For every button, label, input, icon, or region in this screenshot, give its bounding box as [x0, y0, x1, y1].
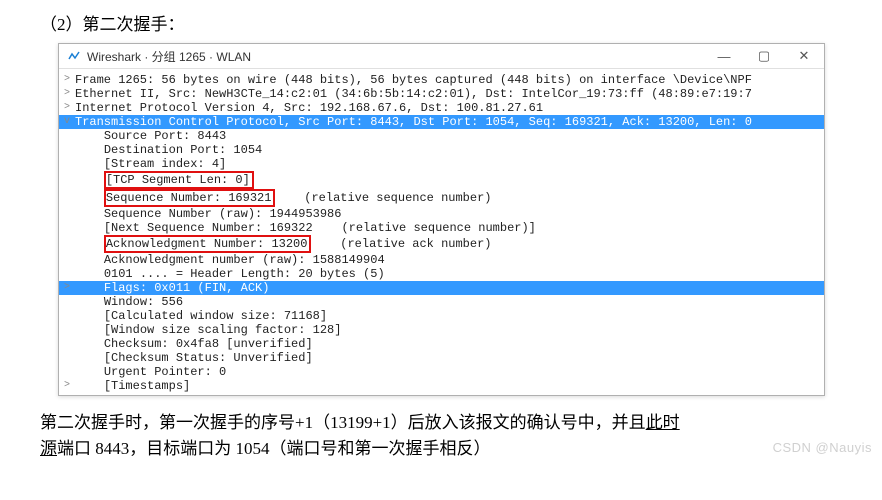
field-text: Destination Port: 1054: [104, 143, 262, 157]
wireshark-icon: [67, 49, 81, 63]
footer-line1a: 第二次握手时，第一次握手的序号+1（13199+1）后放入该报文的确认号中，并且: [40, 413, 646, 432]
indent-spacer: [75, 157, 104, 171]
expand-icon[interactable]: >: [59, 87, 75, 101]
indent-spacer: [75, 207, 104, 221]
tree-row[interactable]: Destination Port: 1054: [59, 143, 824, 157]
expand-icon[interactable]: >: [59, 101, 75, 115]
indent-spacer: [75, 191, 104, 205]
field-text: [Checksum Status: Unverified]: [104, 351, 313, 365]
highlight-box: Sequence Number: 169321: [104, 189, 276, 207]
indent-spacer: [75, 379, 104, 393]
indent-spacer: [75, 295, 104, 309]
close-button[interactable]: ✕: [784, 44, 824, 68]
tree-row[interactable]: >Internet Protocol Version 4, Src: 192.1…: [59, 101, 824, 115]
tree-row[interactable]: [Window size scaling factor: 128]: [59, 323, 824, 337]
indent-spacer: [75, 351, 104, 365]
field-suffix: (relative sequence number): [275, 191, 491, 205]
tree-row[interactable]: > Flags: 0x011 (FIN, ACK): [59, 281, 824, 295]
indent-spacer: [75, 267, 104, 281]
indent-spacer: [75, 365, 104, 379]
tree-row[interactable]: > [Timestamps]: [59, 379, 824, 393]
field-text: Acknowledgment number (raw): 1588149904: [104, 253, 385, 267]
field-text: [Window size scaling factor: 128]: [104, 323, 342, 337]
tree-row[interactable]: Sequence Number (raw): 1944953986: [59, 207, 824, 221]
tree-row[interactable]: Urgent Pointer: 0: [59, 365, 824, 379]
maximize-button[interactable]: ▢: [744, 44, 784, 68]
field-text: [Timestamps]: [104, 379, 190, 393]
indent-spacer: [75, 173, 104, 187]
doc-section-heading: （2）第二次握手：: [0, 0, 882, 43]
doc-explanation: 第二次握手时，第一次握手的序号+1（13199+1）后放入该报文的确认号中，并且…: [0, 396, 882, 461]
field-text: Internet Protocol Version 4, Src: 192.16…: [75, 101, 543, 115]
expand-icon[interactable]: >: [59, 379, 75, 393]
watermark: CSDN @Nauyis: [773, 440, 872, 455]
minimize-button[interactable]: —: [704, 44, 744, 68]
tree-row[interactable]: [Next Sequence Number: 169322 (relative …: [59, 221, 824, 235]
collapse-icon[interactable]: v: [59, 115, 75, 129]
field-text: [TCP Segment Len: 0]: [106, 173, 250, 187]
field-text: Acknowledgment Number: 13200: [106, 237, 308, 251]
indent-spacer: [75, 337, 104, 351]
tree-row[interactable]: Sequence Number: 169321 (relative sequen…: [59, 189, 824, 207]
expand-icon[interactable]: >: [59, 281, 75, 295]
field-text: Frame 1265: 56 bytes on wire (448 bits),…: [75, 73, 752, 87]
field-text: Flags: 0x011 (FIN, ACK): [104, 281, 270, 295]
field-text: Source Port: 8443: [104, 129, 226, 143]
titlebar[interactable]: Wireshark · 分组 1265 · WLAN — ▢ ✕: [59, 44, 824, 69]
tree-row[interactable]: [Calculated window size: 71168]: [59, 309, 824, 323]
field-suffix: (relative ack number): [311, 237, 491, 251]
tree-row[interactable]: Checksum: 0x4fa8 [unverified]: [59, 337, 824, 351]
tree-row[interactable]: vTransmission Control Protocol, Src Port…: [59, 115, 824, 129]
indent-spacer: [75, 281, 104, 295]
tree-row[interactable]: [Stream index: 4]: [59, 157, 824, 171]
highlight-box: [TCP Segment Len: 0]: [104, 171, 254, 189]
field-text: Sequence Number: 169321: [106, 191, 272, 205]
field-text: Checksum: 0x4fa8 [unverified]: [104, 337, 313, 351]
indent-spacer: [75, 323, 104, 337]
wireshark-window: Wireshark · 分组 1265 · WLAN — ▢ ✕ >Frame …: [58, 43, 825, 396]
field-text: Sequence Number (raw): 1944953986: [104, 207, 342, 221]
field-text: Ethernet II, Src: NewH3CTe_14:c2:01 (34:…: [75, 87, 752, 101]
indent-spacer: [75, 143, 104, 157]
indent-spacer: [75, 237, 104, 251]
field-text: Transmission Control Protocol, Src Port:…: [75, 115, 752, 129]
field-text: Urgent Pointer: 0: [104, 365, 226, 379]
tree-row[interactable]: Acknowledgment number (raw): 1588149904: [59, 253, 824, 267]
expand-icon[interactable]: >: [59, 73, 75, 87]
tree-row[interactable]: Window: 556: [59, 295, 824, 309]
field-text: Window: 556: [104, 295, 183, 309]
packet-details-pane[interactable]: >Frame 1265: 56 bytes on wire (448 bits)…: [59, 69, 824, 395]
field-text: [Next Sequence Number: 169322 (relative …: [104, 221, 536, 235]
field-text: 0101 .... = Header Length: 20 bytes (5): [104, 267, 385, 281]
footer-line2a-underlined: 源: [40, 439, 57, 458]
tree-row[interactable]: [Checksum Status: Unverified]: [59, 351, 824, 365]
indent-spacer: [75, 253, 104, 267]
indent-spacer: [75, 129, 104, 143]
field-text: [Stream index: 4]: [104, 157, 226, 171]
tree-row[interactable]: [TCP Segment Len: 0]: [59, 171, 824, 189]
tree-row[interactable]: >Frame 1265: 56 bytes on wire (448 bits)…: [59, 73, 824, 87]
footer-line2b: 端口 8443，目标端口为 1054（端口号和第一次握手相反）: [57, 439, 491, 458]
tree-row[interactable]: 0101 .... = Header Length: 20 bytes (5): [59, 267, 824, 281]
tree-row[interactable]: Source Port: 8443: [59, 129, 824, 143]
tree-row[interactable]: Acknowledgment Number: 13200 (relative a…: [59, 235, 824, 253]
indent-spacer: [75, 221, 104, 235]
tree-row[interactable]: >Ethernet II, Src: NewH3CTe_14:c2:01 (34…: [59, 87, 824, 101]
window-title: Wireshark · 分组 1265 · WLAN: [87, 48, 704, 65]
footer-line1b-underlined: 此时: [646, 413, 680, 432]
highlight-box: Acknowledgment Number: 13200: [104, 235, 312, 253]
field-text: [Calculated window size: 71168]: [104, 309, 327, 323]
indent-spacer: [75, 309, 104, 323]
